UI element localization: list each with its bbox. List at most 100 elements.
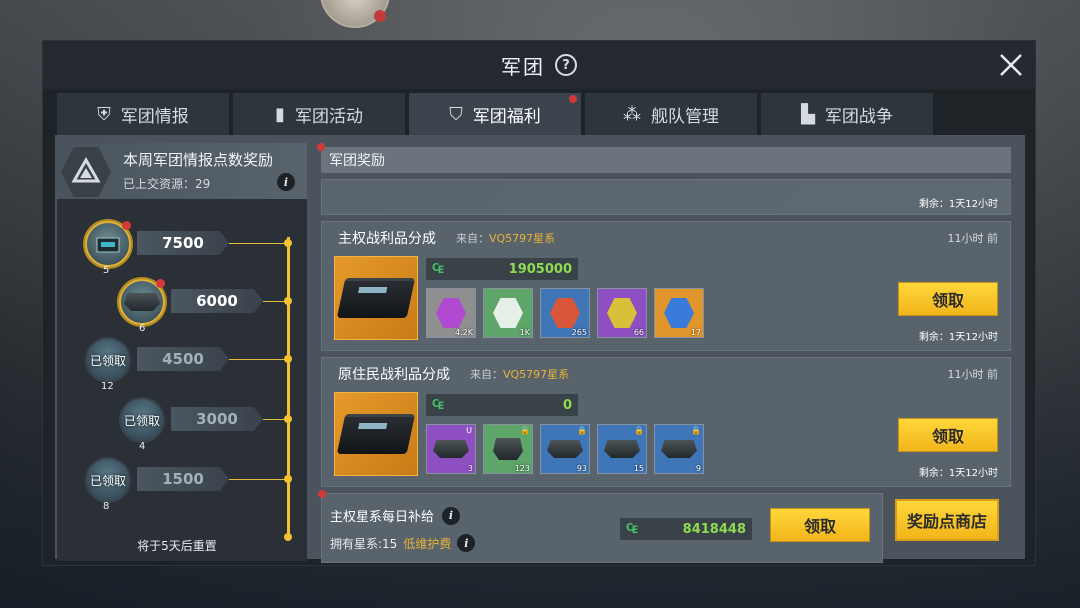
connector	[229, 359, 287, 360]
window-title: 军团	[501, 54, 545, 79]
legion-window: 军团 ? ⛨ 军团情报 ▮ 军团活动 ⛉ 军团福利 ⁂ 舰队管理 ▙ 军团战争	[42, 40, 1036, 566]
blueprint-chip-icon[interactable]: U3	[426, 424, 476, 474]
connector	[229, 243, 287, 244]
currency-bar: ₠ 0	[426, 394, 578, 416]
claimed-label: 已领取	[89, 473, 126, 488]
daily-claim-button[interactable]: 领取	[770, 508, 870, 542]
frigate-blueprint-icon[interactable]: 🔒 9	[654, 424, 704, 474]
milestone-points: 7500	[137, 231, 229, 255]
supply-chest-icon[interactable]	[334, 256, 418, 340]
gold-ore-icon[interactable]: 66	[597, 288, 647, 338]
claim-button[interactable]: 领取	[898, 282, 998, 316]
claimed-label: 已领取	[123, 413, 160, 428]
milestone-points: 3000	[171, 407, 263, 431]
tab-label: 舰队管理	[651, 106, 719, 127]
section-header: 军团奖励	[317, 143, 1011, 173]
owned-systems: 拥有星系:15 低维护费 i	[330, 534, 476, 552]
tab-legion-welfare[interactable]: ⛉ 军团福利	[409, 93, 581, 135]
milestone-count: 5	[103, 265, 110, 276]
reset-countdown: 将于5天后重置	[137, 539, 217, 553]
tab-label: 军团福利	[472, 106, 541, 127]
hull-blueprint-icon[interactable]: 🔒 15	[597, 424, 647, 474]
titlebar: 军团 ?	[43, 41, 1035, 89]
card-time: 11小时 前	[947, 368, 999, 381]
ship-part-icon[interactable]: 🔒 93	[540, 424, 590, 474]
info-icon[interactable]: i	[457, 534, 476, 552]
reward-card-partial: 剩余：1天12小时	[321, 179, 1011, 215]
section-title: 军团奖励	[329, 153, 385, 169]
purple-crystal-icon[interactable]: 4.2K	[426, 288, 476, 338]
alert-dot	[122, 221, 131, 230]
milestone-count: 6	[139, 323, 146, 334]
gift-icon: ⛉	[449, 103, 463, 125]
alert-dot	[318, 490, 326, 498]
book-icon: ▮	[275, 103, 285, 125]
currency-bar: ₠ 1905000	[426, 258, 578, 280]
daily-currency-bar: ₠ 8418448	[620, 518, 752, 540]
milestone-points: 6000	[171, 289, 263, 313]
credits-icon: ₠	[432, 261, 445, 277]
connector	[229, 479, 287, 480]
ship-blueprint-icon	[124, 293, 160, 311]
milestone-points: 1500	[137, 467, 229, 491]
currency-value: 1905000	[508, 261, 572, 277]
milestone-count: 4	[139, 441, 146, 452]
cargo-crate-icon	[96, 237, 120, 253]
fleet-icon: ⁂	[623, 103, 641, 125]
red-ore-icon[interactable]: 265	[540, 288, 590, 338]
tab-label: 军团活动	[294, 106, 363, 127]
card-time: 11小时 前	[947, 232, 999, 245]
shield-icon: ⛨	[97, 103, 111, 125]
supply-chest-icon[interactable]	[334, 392, 418, 476]
claimed-label: 已领取	[89, 353, 126, 368]
currency-value: 8418448	[682, 521, 746, 537]
card-source: 来自：VQ5797星系	[456, 232, 556, 245]
blue-gem-icon[interactable]: 17	[654, 288, 704, 338]
reward-shop-button[interactable]: 奖励点商店	[895, 499, 999, 541]
claim-button[interactable]: 领取	[898, 418, 998, 452]
close-icon[interactable]	[997, 51, 1025, 79]
remaining-time: 剩余：1天12小时	[918, 199, 998, 210]
reward-card-native: 原住民战利品分成 来自：VQ5797星系 11小时 前 ₠ 0 U3 🔒 123 …	[321, 357, 1011, 487]
intel-points-panel: 本周军团情报点数奖励 已上交资源：29 i 5 7500 6 6000 已领取 …	[57, 143, 307, 561]
credits-icon: ₠	[432, 397, 445, 413]
milestone-count: 12	[101, 381, 114, 392]
tab-label: 军团战争	[824, 106, 893, 127]
remaining-time: 剩余：1天12小时	[918, 468, 998, 479]
notification-dot	[374, 10, 386, 22]
milestone-reward-4500: 已领取	[85, 337, 131, 383]
tab-legion-war[interactable]: ▙ 军团战争	[761, 93, 933, 135]
alert-dot	[156, 279, 165, 288]
item-list: 4.2K 1K 265 66 17	[426, 288, 704, 338]
info-icon[interactable]: i	[442, 506, 461, 525]
submitted-resources: 已上交资源：29	[123, 177, 211, 191]
milestone-reward-3000: 已领取	[119, 397, 165, 443]
milestone-reward-1500: 已领取	[85, 457, 131, 503]
daily-supply-title: 主权星系每日补给 i	[330, 506, 461, 525]
white-crystal-icon[interactable]: 1K	[483, 288, 533, 338]
info-icon[interactable]: i	[277, 173, 295, 191]
card-title: 主权战利品分成	[338, 231, 436, 247]
tab-bar: ⛨ 军团情报 ▮ 军团活动 ⛉ 军团福利 ⁂ 舰队管理 ▙ 军团战争	[57, 93, 933, 135]
currency-value: 0	[562, 397, 572, 413]
alert-dot	[317, 143, 325, 151]
tab-legion-activity[interactable]: ▮ 军团活动	[233, 93, 405, 135]
alert-dot	[569, 95, 577, 103]
milestone-node	[284, 297, 292, 305]
help-icon[interactable]: ?	[555, 54, 577, 76]
module-case-icon[interactable]: 🔒 123	[483, 424, 533, 474]
milestone-reward-7500[interactable]	[85, 221, 131, 267]
item-list: U3 🔒 123 🔒 93 🔒 15 🔒 9	[426, 424, 704, 474]
card-title: 原住民战利品分成	[338, 367, 450, 383]
tab-fleet-management[interactable]: ⁂ 舰队管理	[585, 93, 757, 135]
intel-points-title: 本周军团情报点数奖励	[123, 151, 274, 169]
legion-emblem-icon	[61, 147, 111, 197]
intel-points-header: 本周军团情报点数奖励 已上交资源：29 i	[57, 143, 307, 199]
milestone-progress-line	[287, 237, 290, 535]
city-icon: ▙	[801, 103, 815, 125]
maintenance-fee: 低维护费	[403, 536, 452, 551]
daily-supply-panel: 主权星系每日补给 i 拥有星系:15 低维护费 i ₠ 8418448 领取	[318, 490, 883, 563]
milestone-node	[284, 355, 292, 363]
milestone-reward-6000[interactable]	[119, 279, 165, 325]
tab-legion-intel[interactable]: ⛨ 军团情报	[57, 93, 229, 135]
